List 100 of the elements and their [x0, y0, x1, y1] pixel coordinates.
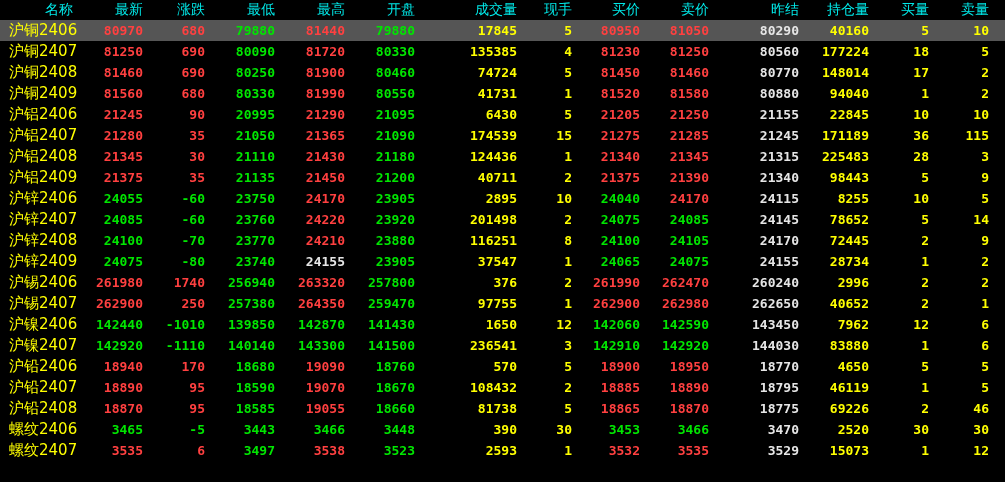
column-header[interactable]: 卖量: [931, 1, 991, 19]
table-cell-text: 257380: [227, 296, 276, 311]
column-header[interactable]: 买量: [871, 1, 931, 19]
table-cell-text: 108432: [469, 380, 518, 395]
table-cell-text: 21050: [234, 128, 276, 143]
table-cell-text: 81900: [304, 65, 346, 80]
contract-name: 沪锌2408: [8, 231, 75, 250]
table-cell-text: 21365: [304, 128, 346, 143]
quote-row[interactable]: 沪锌2408 24100 -70 23770 24210 23880 116251 8 24100 24105 24170 72445 2 9: [0, 230, 1005, 251]
quote-row[interactable]: 沪锌2409 24075 -80 23740 24155 23905 37547 1 24065 24075 24155 28734 1 2: [0, 251, 1005, 272]
table-cell-text: 81560: [102, 86, 144, 101]
table-cell-text: 17845: [476, 23, 518, 38]
table-cell-text: 257800: [367, 275, 416, 290]
column-header[interactable]: 名称: [0, 1, 75, 19]
quote-row[interactable]: 沪铝2406 21245 90 20995 21290 21095 6430 5 21205 21250 21155 22845 10 10: [0, 104, 1005, 125]
table-cell-text: 78652: [828, 212, 870, 227]
column-header[interactable]: 卖价: [642, 1, 711, 19]
table-cell-text: 79880: [374, 23, 416, 38]
table-cell-text: 10: [972, 23, 990, 38]
table-cell-text: 74724: [476, 65, 518, 80]
quote-row[interactable]: 沪铝2407 21280 35 21050 21365 21090 174539 15 21275 21285 21245 171189 36 115: [0, 125, 1005, 146]
quote-row[interactable]: 沪铜2406 80970 680 79880 81440 79880 17845 5 80950 81050 80290 40160 5 10: [0, 20, 1005, 41]
quote-row[interactable]: 沪镍2406 142440 -1010 139850 142870 141430 1650 12 142060 142590 143450 7962 12 6: [0, 314, 1005, 335]
table-cell-text: 81720: [304, 44, 346, 59]
table-cell-text: -5: [188, 422, 206, 437]
quote-row[interactable]: 沪铜2409 81560 680 80330 81990 80550 41731 1 81520 81580 80880 94040 1 2: [0, 83, 1005, 104]
column-header[interactable]: 最低: [207, 1, 277, 19]
table-cell-text: 21095: [374, 107, 416, 122]
table-cell-text: 23750: [234, 191, 276, 206]
quote-row[interactable]: 沪铜2408 81460 690 80250 81900 80460 74724 5 81450 81460 80770 148014 17 2: [0, 62, 1005, 83]
table-cell-text: 12: [555, 317, 573, 332]
table-cell-text: 80560: [758, 44, 800, 59]
quote-row[interactable]: 沪铝2409 21375 35 21135 21450 21200 40711 2 21375 21390 21340 98443 5 9: [0, 167, 1005, 188]
table-cell-text: -1110: [164, 338, 206, 353]
table-cell-text: 24100: [599, 233, 641, 248]
contract-name: 沪铅2407: [8, 378, 75, 397]
column-header[interactable]: 最高: [277, 1, 347, 19]
table-cell-text: 95: [188, 401, 206, 416]
table-cell-text: 35: [188, 170, 206, 185]
table-cell-text: 21340: [599, 149, 641, 164]
column-header[interactable]: 开盘: [347, 1, 417, 19]
quote-row[interactable]: 沪锌2407 24085 -60 23760 24220 23920 201498 2 24075 24085 24145 78652 5 14: [0, 209, 1005, 230]
table-cell-text: 19070: [304, 380, 346, 395]
table-cell-text: -70: [180, 233, 206, 248]
table-cell-text: 21200: [374, 170, 416, 185]
quote-row[interactable]: 沪铅2408 18870 95 18585 19055 18660 81738 5 18865 18870 18775 69226 2 46: [0, 398, 1005, 419]
column-header[interactable]: 持仓量: [801, 1, 871, 19]
table-cell-text: 21090: [374, 128, 416, 143]
table-cell-text: 2895: [484, 191, 518, 206]
table-cell-text: 21340: [758, 170, 800, 185]
table-cell-text: 80970: [102, 23, 144, 38]
quote-row[interactable]: 沪铅2406 18940 170 18680 19090 18760 570 5 18900 18950 18770 4650 5 5: [0, 356, 1005, 377]
column-header[interactable]: 最新: [75, 1, 145, 19]
table-cell-text: 262650: [751, 296, 800, 311]
table-cell-text: 18795: [758, 380, 800, 395]
table-cell-text: 40711: [476, 170, 518, 185]
quote-row[interactable]: 沪铜2407 81250 690 80090 81720 80330 135385 4 81230 81250 80560 177224 18 5: [0, 41, 1005, 62]
column-header[interactable]: 买价: [574, 1, 642, 19]
table-cell-text: 81520: [599, 86, 641, 101]
table-cell-text: 8255: [836, 191, 870, 206]
quote-row[interactable]: 沪锡2407 262900 250 257380 264350 259470 97755 1 262900 262980 262650 40652 2 1: [0, 293, 1005, 314]
table-cell-text: 2: [920, 275, 930, 290]
table-cell-text: 690: [180, 65, 206, 80]
quote-row[interactable]: 沪铝2408 21345 30 21110 21430 21180 124436 1 21340 21345 21315 225483 28 3: [0, 146, 1005, 167]
table-cell-text: 5: [563, 23, 573, 38]
quote-row[interactable]: 沪镍2407 142920 -1110 140140 143300 141500 236541 3 142910 142920 144030 83880 1 6: [0, 335, 1005, 356]
table-cell-text: 21290: [304, 107, 346, 122]
table-cell-text: -1010: [164, 317, 206, 332]
table-cell-text: 3538: [312, 443, 346, 458]
table-cell-text: 21345: [668, 149, 710, 164]
table-cell-text: 18950: [668, 359, 710, 374]
table-cell-text: 3529: [766, 443, 800, 458]
table-cell-text: 80950: [599, 23, 641, 38]
table-cell-text: 90: [188, 107, 206, 122]
table-cell-text: 174539: [469, 128, 518, 143]
table-cell-text: 21180: [374, 149, 416, 164]
table-cell-text: 18870: [668, 401, 710, 416]
table-cell-text: 5: [980, 359, 990, 374]
quote-row[interactable]: 沪锌2406 24055 -60 23750 24170 23905 2895 10 24040 24170 24115 8255 10 5: [0, 188, 1005, 209]
table-cell-text: 24170: [304, 191, 346, 206]
table-cell-text: 20995: [234, 107, 276, 122]
table-cell-text: 570: [492, 359, 518, 374]
table-cell-text: 390: [492, 422, 518, 437]
table-cell-text: 236541: [469, 338, 518, 353]
table-cell-text: 9: [980, 233, 990, 248]
table-cell-text: 30: [972, 422, 990, 437]
table-cell-text: 18770: [758, 359, 800, 374]
table-cell-text: 1: [563, 254, 573, 269]
table-cell-text: 6: [196, 443, 206, 458]
column-header[interactable]: 涨跌: [145, 1, 207, 19]
column-header[interactable]: 昨结: [711, 1, 801, 19]
table-cell-text: 2: [563, 170, 573, 185]
column-header[interactable]: 现手: [519, 1, 574, 19]
quote-row[interactable]: 螺纹2406 3465 -5 3443 3466 3448 390 30 3453 3466 3470 2520 30 30: [0, 419, 1005, 440]
table-cell-text: 262470: [661, 275, 710, 290]
quote-row[interactable]: 螺纹2407 3535 6 3497 3538 3523 2593 1 3532 3535 3529 15073 1 12: [0, 440, 1005, 461]
column-header[interactable]: 成交量: [417, 1, 519, 19]
quote-row[interactable]: 沪锡2406 261980 1740 256940 263320 257800 376 2 261990 262470 260240 2996 2 2: [0, 272, 1005, 293]
table-cell-text: 1: [563, 296, 573, 311]
quote-row[interactable]: 沪铅2407 18890 95 18590 19070 18670 108432 2 18885 18890 18795 46119 1 5: [0, 377, 1005, 398]
